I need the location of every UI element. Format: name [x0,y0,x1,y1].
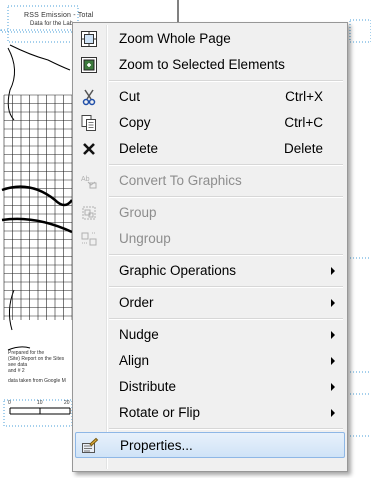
menu-separator [109,428,343,430]
menu-separator [109,318,343,320]
menu-item-order[interactable]: Order [75,290,345,316]
copy-icon [79,113,99,133]
menu-item-graphic-operations[interactable]: Graphic Operations [75,258,345,284]
scale-label: 20 [64,400,70,406]
menu-item-label: Nudge [119,327,159,342]
submenu-arrow-icon [331,357,335,365]
menu-item-ungroup[interactable]: Ungroup [75,226,345,252]
menu-item-cut[interactable]: Cut Ctrl+X [75,84,345,110]
group-icon [79,203,99,223]
menu-item-convert-to-graphics[interactable]: Ab Convert To Graphics [75,168,345,194]
zoom-selected-icon [79,55,99,75]
zoom-page-icon [79,29,99,49]
menu-item-label: Group [119,205,157,220]
menu-item-distribute[interactable]: Distribute [75,374,345,400]
menu-item-align[interactable]: Align [75,348,345,374]
menu-item-label: Zoom Whole Page [119,31,231,46]
submenu-arrow-icon [331,383,335,391]
menu-item-label: Rotate or Flip [119,405,201,420]
menu-item-delete[interactable]: Delete Delete [75,136,345,162]
menu-item-rotate-or-flip[interactable]: Rotate or Flip [75,400,345,426]
menu-item-label: Order [119,295,154,310]
scale-label: 10 [37,400,43,406]
menu-separator [109,164,343,166]
convert-graphics-icon: Ab [79,171,99,191]
submenu-arrow-icon [331,267,335,275]
submenu-arrow-icon [331,409,335,417]
menu-item-label: Properties... [120,438,193,453]
menu-item-shortcut: Ctrl+X [285,89,323,104]
scale-label: 0 [8,400,11,406]
menu-item-properties[interactable]: Properties... [75,432,345,458]
menu-separator [109,196,343,198]
submenu-arrow-icon [331,331,335,339]
legend-line: and # 2 [8,368,25,374]
legend-line: data taken from Google M [8,378,66,384]
menu-item-label: Copy [119,115,151,130]
map-title: RSS Emission - Total [24,12,94,19]
menu-item-shortcut: Delete [283,141,323,156]
menu-item-nudge[interactable]: Nudge [75,322,345,348]
scissors-icon [79,87,99,107]
menu-separator [109,80,343,82]
delete-x-icon [79,139,99,159]
map-subtitle: Data for the Lab [30,21,74,27]
menu-item-label: Cut [119,89,141,104]
ungroup-icon [79,229,99,249]
menu-item-group[interactable]: Group [75,200,345,226]
menu-item-label: Convert To Graphics [119,173,242,188]
menu-item-shortcut: Ctrl+C [284,115,323,130]
menu-item-label: Zoom to Selected Elements [119,57,285,72]
menu-item-label: Graphic Operations [119,263,237,278]
menu-separator [109,254,343,256]
properties-icon [80,436,100,456]
menu-item-copy[interactable]: Copy Ctrl+C [75,110,345,136]
submenu-arrow-icon [331,299,335,307]
menu-item-zoom-whole-page[interactable]: Zoom Whole Page [75,26,345,52]
menu-item-label: Delete [119,141,159,156]
menu-item-label: Align [119,353,150,368]
menu-item-zoom-selected[interactable]: Zoom to Selected Elements [75,52,345,78]
menu-item-label: Ungroup [119,231,171,246]
menu-item-label: Distribute [119,379,177,394]
context-menu: Zoom Whole Page Zoom to Selected Element… [72,22,348,472]
menu-separator [109,286,343,288]
